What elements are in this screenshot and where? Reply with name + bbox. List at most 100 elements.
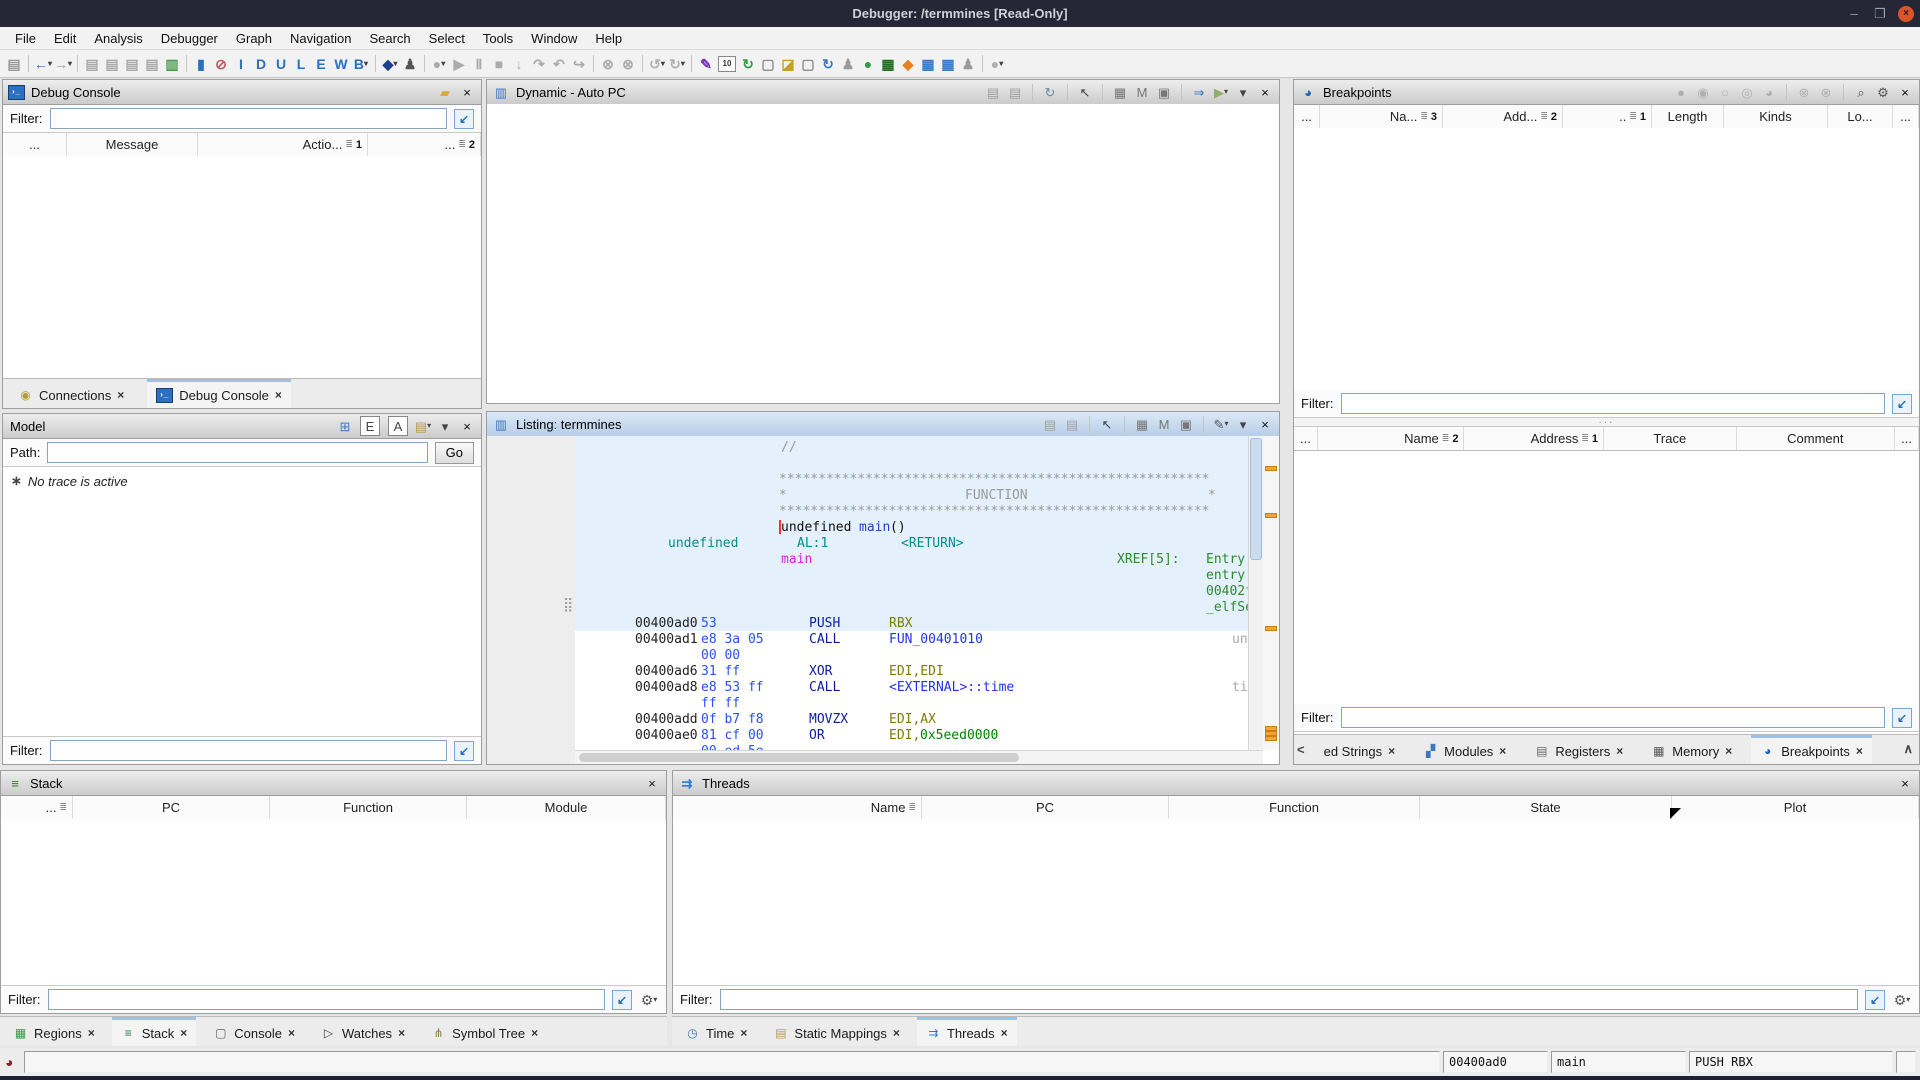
table-icon[interactable]: ▦ [878, 54, 898, 74]
close-icon[interactable]: × [1256, 83, 1274, 101]
clear-all-breakpoints-icon[interactable]: ⊗ [1817, 83, 1835, 101]
listing-field[interactable]: main [781, 552, 812, 567]
clear-filter-icon[interactable]: ↙ [612, 989, 632, 1010]
listing-field[interactable]: EDI, [889, 728, 920, 743]
listing-row[interactable]: undefined AL:1 <RETURN> [575, 535, 1249, 551]
column-header-misc[interactable]: ... ≣ [1, 796, 73, 819]
enable-all-breakpoints-icon[interactable]: ◉ [1694, 83, 1712, 101]
dropdown-arrow-icon[interactable]: ▾ [661, 59, 665, 68]
marker-i-icon[interactable]: I [231, 54, 251, 74]
column-header-trace[interactable]: Trace [1604, 427, 1737, 450]
tab-static-mappings[interactable]: ▤ Static Mappings × [764, 1017, 909, 1046]
filter-input[interactable] [49, 108, 447, 129]
diff-icon[interactable]: M [1155, 415, 1173, 433]
marker-b-icon[interactable]: B ▾ [351, 54, 371, 74]
model-header[interactable]: Model ⊞ E A ▤ ▾ ▾ × [3, 414, 481, 439]
listing-row[interactable]: * FUNCTION * [575, 487, 1249, 503]
listing-row[interactable]: 00400ae0 81 cf 00 OR EDI, 0x5eed0000 [575, 727, 1249, 743]
disconnect-all-icon[interactable]: ⊗ [618, 54, 638, 74]
collapse-tabs-icon[interactable]: ∧ [1903, 741, 1913, 757]
connections-icon[interactable]: ◉ [18, 388, 33, 403]
attributes-icon[interactable]: A [388, 416, 408, 436]
filter-input[interactable] [719, 989, 1858, 1010]
column-header-state[interactable]: State [1420, 796, 1672, 819]
listing-field[interactable]: main [859, 520, 890, 535]
listing-row[interactable]: 00402f00 [575, 583, 1249, 599]
close-icon[interactable]: × [1896, 83, 1914, 101]
search-icon[interactable]: ⌕ [1852, 83, 1870, 101]
dropdown-icon[interactable]: ▾ [436, 417, 454, 435]
symbol-tree-icon[interactable]: ⋔ [431, 1026, 446, 1041]
select-addresses-icon[interactable]: ↖ [1076, 83, 1094, 101]
breakpoints-header[interactable]: ◕ Breakpoints ● ◉ ○ ◎ ◕ ⊗ ⊗ ⌕ ⚙ × [1294, 80, 1919, 105]
tab-scroll-left-icon[interactable]: < [1294, 735, 1305, 764]
close-icon[interactable]: × [458, 83, 476, 101]
disconnect-icon[interactable]: ⊗ [598, 54, 618, 74]
window-icon[interactable]: ▢ [758, 54, 778, 74]
debugger-connect-icon[interactable]: ◆ ▾ [380, 54, 400, 74]
listing-field[interactable]: EDI,EDI [889, 664, 944, 679]
paste-icon[interactable]: ▤ [1006, 83, 1024, 101]
listing-field[interactable]: MOVZX [809, 712, 848, 727]
step-last-icon[interactable]: ↪ [569, 54, 589, 74]
listing-field[interactable]: OR [809, 728, 825, 743]
threads-body[interactable] [673, 819, 1919, 983]
clipboard-icon[interactable]: ▤ ▾ [414, 417, 432, 435]
listing-field[interactable]: PUSH [809, 616, 840, 631]
goto-icon[interactable]: ⇒ [1190, 83, 1208, 101]
marker-d-icon[interactable]: D [251, 54, 271, 74]
column-header-misc[interactable]: ... [1294, 105, 1320, 128]
listing-field[interactable]: undefined [668, 536, 738, 551]
tab-close-icon[interactable]: × [893, 1026, 900, 1040]
listing-row[interactable]: ****************************************… [575, 471, 1249, 487]
column-header-actio[interactable]: Actio... ≣ 1 [198, 133, 368, 156]
clear-filter-icon[interactable]: ↙ [1892, 707, 1912, 728]
paste-special-icon[interactable]: ▤ [142, 54, 162, 74]
disable-all-breakpoints-icon[interactable]: ◎ [1738, 83, 1756, 101]
minimize-button[interactable]: – [1846, 6, 1862, 21]
tab-close-icon[interactable]: × [180, 1026, 187, 1040]
clear-filter-icon[interactable]: ↙ [454, 108, 474, 129]
listing-field[interactable]: CALL [809, 632, 840, 647]
listing-field[interactable]: unde [1232, 632, 1249, 647]
column-header-misc[interactable]: ... [1895, 427, 1919, 450]
tab-time[interactable]: ◷ Time × [676, 1017, 756, 1046]
tab-close-icon[interactable]: × [88, 1026, 95, 1040]
column-header-length[interactable]: Length [1652, 105, 1724, 128]
listing-row[interactable]: ****************************************… [575, 503, 1249, 519]
drag-handle-icon[interactable]: ⣿ [563, 596, 573, 613]
marker-e-icon[interactable]: E [311, 54, 331, 74]
tab-close-icon[interactable]: × [1001, 1026, 1008, 1040]
column-header-misc[interactable]: .. ≣ 1 [1563, 105, 1652, 128]
breakpoints-table-body[interactable] [1294, 128, 1919, 390]
copy-icon[interactable]: ▤ [1041, 415, 1059, 433]
dropdown-arrow-icon[interactable]: ▾ [441, 59, 445, 68]
column-header-misc[interactable]: ... [1294, 427, 1318, 450]
listing-field[interactable]: 0f b7 f8 [701, 712, 764, 727]
diagram-icon[interactable]: ⊞ [336, 417, 354, 435]
time-forward-icon[interactable]: ↻ ▾ [667, 54, 687, 74]
elements-icon[interactable]: E [360, 416, 380, 436]
paste-icon[interactable]: ▤ [102, 54, 122, 74]
listing-field[interactable]: XREF[5]: [1117, 552, 1180, 567]
listing-field[interactable]: () [890, 520, 906, 535]
path-input[interactable] [47, 442, 428, 463]
edit-bytes-icon[interactable]: ▦ [1111, 83, 1129, 101]
menu-help[interactable]: Help [586, 29, 631, 48]
time-back-icon[interactable]: ↺ ▾ [647, 54, 667, 74]
dropdown-arrow-icon[interactable]: ▾ [48, 59, 52, 68]
menu-debugger[interactable]: Debugger [152, 29, 227, 48]
listing-field[interactable]: 00400ad0 [635, 616, 698, 631]
memory-map-2-icon[interactable]: ▦ [938, 54, 958, 74]
tab-close-icon[interactable]: × [531, 1026, 538, 1040]
go-icon[interactable]: ● [858, 54, 878, 74]
make-effective-icon[interactable]: ◕ [1760, 83, 1778, 101]
listing-row[interactable]: 00 00 [575, 647, 1249, 663]
edit-mode-icon[interactable]: ✎ ▾ [1212, 415, 1230, 433]
nav-back-icon[interactable]: ← ▾ [33, 54, 53, 74]
user-2-icon[interactable]: ♟ [958, 54, 978, 74]
marker-w-icon[interactable]: W [331, 54, 351, 74]
modules-icon[interactable]: ▞ [1423, 744, 1438, 759]
go-button[interactable]: Go [434, 441, 474, 464]
listing-field[interactable]: 00400ad1 [635, 632, 698, 647]
